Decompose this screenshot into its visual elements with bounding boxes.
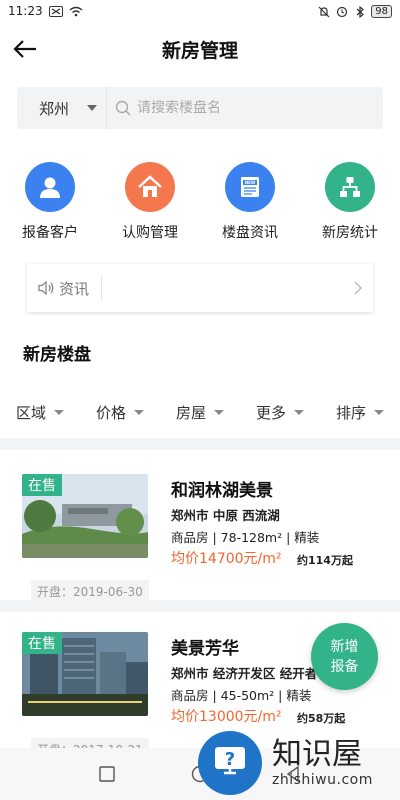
search-bar: 郑州: [17, 87, 383, 129]
listing-name: 美景芳华: [171, 639, 239, 659]
divider-band: [0, 438, 400, 450]
filter-house[interactable]: 房屋: [176, 395, 224, 429]
filter-label: 更多: [255, 403, 286, 422]
action-circle: [125, 162, 175, 212]
caret-down-icon: [373, 409, 384, 415]
action-statistics[interactable]: 新房统计: [305, 162, 395, 242]
search-field: [107, 87, 383, 129]
page-title: 新房管理: [161, 39, 238, 62]
status-badge: 在售: [22, 632, 62, 654]
recents-button[interactable]: [97, 764, 117, 784]
search-icon: [115, 100, 131, 116]
listing-location: 郑州市 中原 西流湖: [171, 508, 280, 523]
divider-band: [0, 600, 400, 612]
listing-type: 商品房 | 45-50m² | 精装: [171, 688, 312, 703]
hierarchy-icon: [340, 177, 360, 197]
house-icon: [138, 175, 162, 197]
news-label: 资讯: [59, 279, 90, 298]
city-label: 郑州: [39, 99, 70, 118]
fab-line1: 新增: [330, 638, 359, 655]
listing-total: 约58万起: [297, 712, 346, 725]
action-circle: NEW: [225, 162, 275, 212]
user-icon: [40, 177, 60, 198]
status-badge: 在售: [22, 474, 62, 496]
listing-name: 和润林湖美景: [171, 481, 273, 501]
status-right: 98: [317, 4, 392, 18]
action-report-customer[interactable]: 报备客户: [5, 162, 95, 242]
filter-price[interactable]: 价格: [96, 395, 144, 429]
watermark-en: zhishiwu.com: [272, 771, 373, 788]
battery-indicator: 98: [371, 4, 392, 18]
watermark-cn: 知识屋: [272, 736, 362, 772]
watermark-logo-icon: ?: [198, 730, 262, 795]
action-label: 报备客户: [22, 225, 78, 241]
news-icon: NEW: [241, 177, 259, 197]
watermark-text: 知识屋 zhishiwu.com: [272, 736, 373, 788]
filter-sort[interactable]: 排序: [336, 395, 384, 429]
arrow-left-icon: [13, 40, 36, 58]
alarm-icon: [335, 6, 348, 17]
notification-icon: [48, 5, 63, 17]
listing-total: 约114万起: [297, 554, 353, 567]
listing-card[interactable]: 在售 和润林湖美景 郑州市 中原 西流湖 商品房 | 78-128m² | 精装…: [0, 460, 400, 612]
filter-bar: 区域 价格 房屋 更多 排序: [0, 395, 400, 429]
caret-down-icon: [54, 409, 65, 415]
wifi-icon: [69, 6, 83, 17]
watermark: ? 知识屋 zhishiwu.com: [198, 725, 400, 800]
section-title: 新房楼盘: [23, 345, 91, 365]
back-button[interactable]: [10, 34, 40, 64]
status-left: 11:23: [8, 4, 83, 18]
listing-price: 均价14700元/m²: [171, 551, 282, 567]
filter-label: 排序: [335, 403, 366, 422]
search-input[interactable]: [137, 100, 337, 116]
mute-bell-icon: [317, 6, 330, 17]
action-subscription[interactable]: 认购管理: [105, 162, 195, 242]
filter-label: 区域: [16, 403, 47, 422]
listing-photo: 在售: [22, 632, 148, 716]
listing-price: 均价13000元/m²: [171, 709, 282, 725]
action-circle: [325, 162, 375, 212]
listing-location: 郑州市 经济开发区 经开者: [171, 666, 318, 681]
svg-text:?: ?: [225, 749, 235, 770]
caret-down-icon: [293, 409, 304, 415]
caret-down-icon: [213, 409, 224, 415]
bluetooth-icon: [353, 5, 366, 18]
status-bar: 11:23 98: [0, 0, 400, 22]
action-label: 新房统计: [322, 225, 378, 241]
news-bar[interactable]: 资讯: [27, 264, 373, 312]
header: 新房管理: [0, 22, 400, 76]
status-time: 11:23: [8, 4, 43, 18]
action-label: 认购管理: [122, 225, 178, 241]
chevron-right-icon: [354, 281, 363, 295]
filter-region[interactable]: 区域: [16, 395, 65, 429]
filter-label: 房屋: [175, 403, 206, 422]
quick-actions: 报备客户 认购管理 NEW 楼盘资讯 新房统计: [0, 162, 400, 242]
add-report-button[interactable]: 新增 报备: [311, 623, 378, 690]
caret-down-icon: [134, 409, 144, 415]
square-icon: [98, 766, 115, 782]
action-circle: [25, 162, 75, 212]
caret-down-icon: [87, 105, 98, 111]
listing-type: 商品房 | 78-128m² | 精装: [171, 530, 320, 545]
action-label: 楼盘资讯: [222, 225, 278, 241]
listing-photo: 在售: [22, 474, 148, 558]
city-select[interactable]: 郑州: [17, 87, 107, 129]
filter-label: 价格: [95, 403, 126, 422]
speaker-icon: [38, 280, 54, 296]
fab-line2: 报备: [330, 658, 359, 675]
svg-text:NEW: NEW: [245, 180, 256, 185]
action-project-news[interactable]: NEW 楼盘资讯: [205, 162, 295, 242]
filter-more[interactable]: 更多: [256, 395, 304, 429]
divider: [101, 276, 103, 300]
